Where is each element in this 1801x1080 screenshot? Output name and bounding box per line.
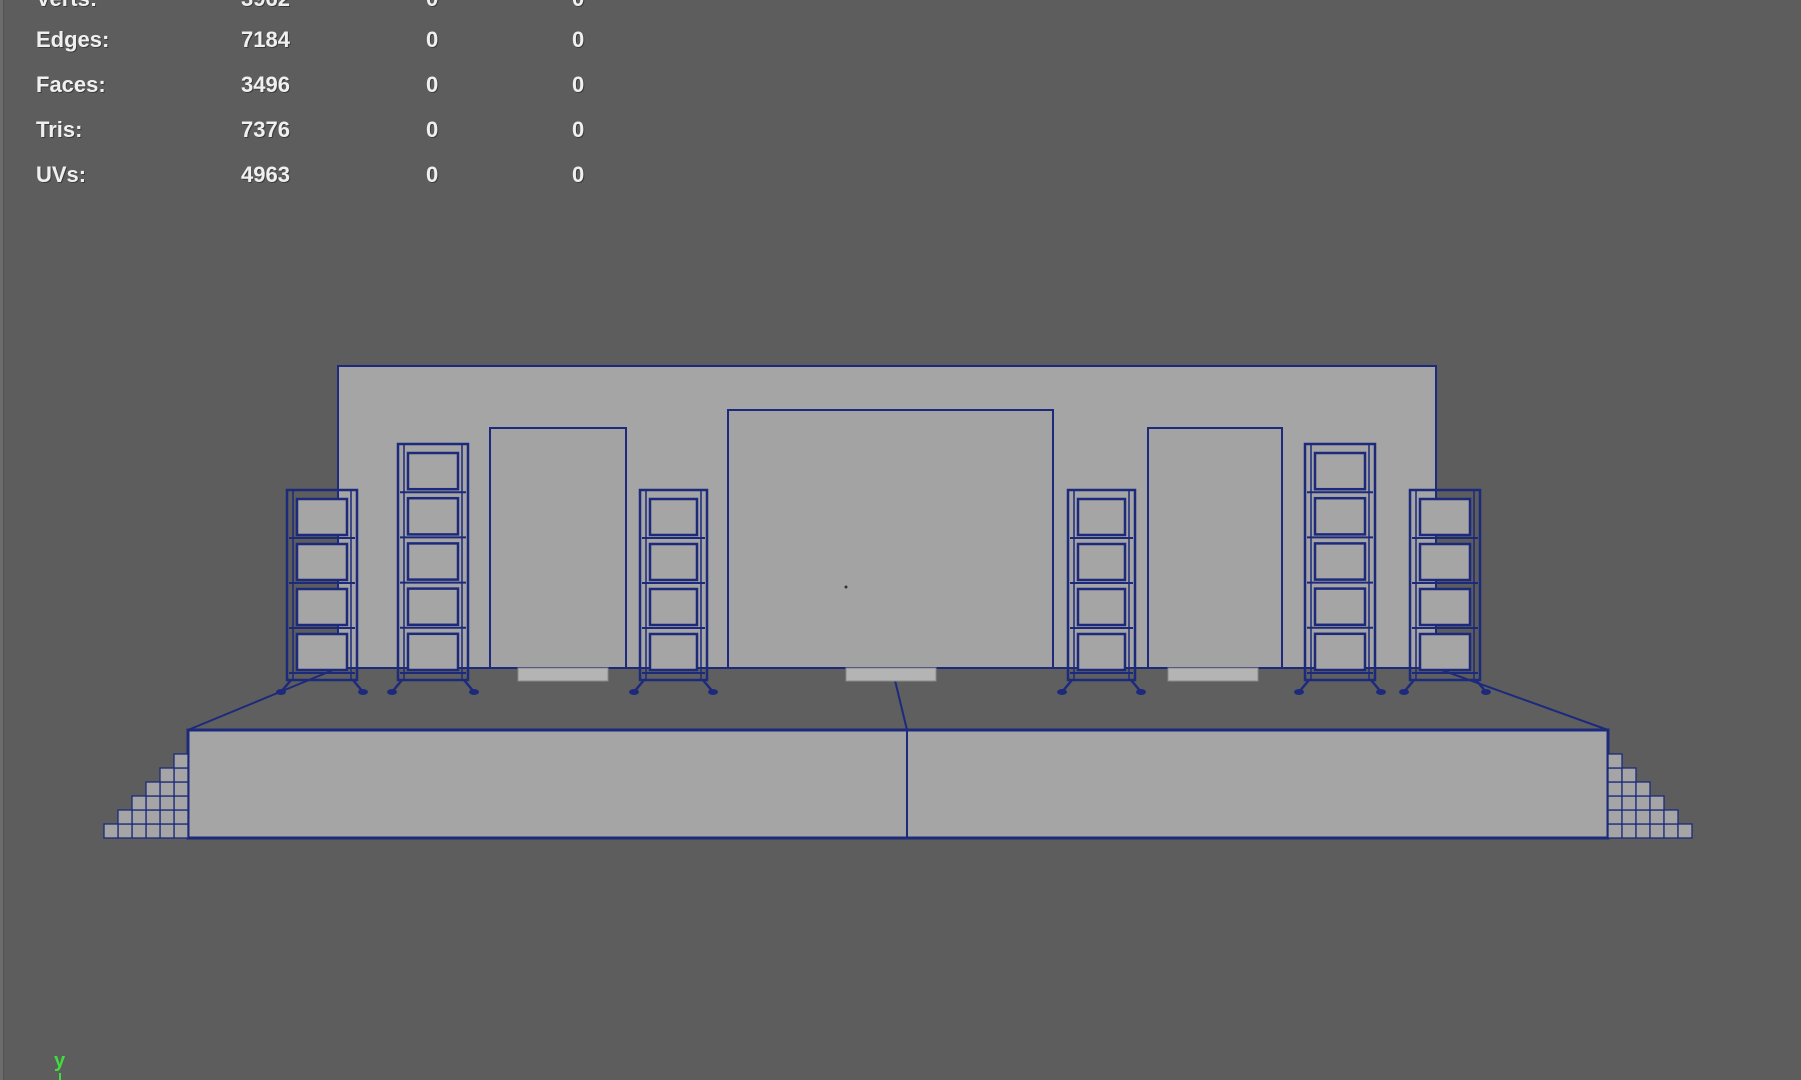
- hud-value: 0: [572, 27, 585, 52]
- center-screen-panel: [727, 409, 1054, 669]
- hud-label: Faces:: [36, 72, 106, 97]
- hud-row-uvs: UVs: 4963 0 0: [0, 160, 640, 190]
- axis-indicator: [59, 1073, 61, 1080]
- hud-value: 0: [426, 72, 439, 97]
- hud-value: 4963: [241, 162, 290, 187]
- hud-value: 3496: [241, 72, 290, 97]
- right-door-panel: [1147, 427, 1283, 669]
- hud-value: 7376: [241, 117, 290, 142]
- left-stairs: [103, 753, 189, 839]
- hud-value: 0: [426, 117, 439, 142]
- hud-value: 0: [572, 117, 585, 142]
- hud-value: 0: [426, 27, 439, 52]
- hud-label: Edges:: [36, 27, 110, 52]
- hud-value: 0: [572, 0, 584, 14]
- 3d-viewport[interactable]: Verts: 3962 0 0 Edges: 7184 0 0 Faces: 3…: [0, 0, 1801, 1080]
- hud-value: 0: [426, 162, 439, 187]
- hud-row-tris: Tris: 7376 0 0: [0, 115, 640, 145]
- poly-count-hud: Verts: 3962 0 0 Edges: 7184 0 0 Faces: 3…: [0, 0, 640, 200]
- hud-label: Tris:: [36, 117, 83, 142]
- stage-front: [186, 728, 1610, 840]
- left-door-panel: [489, 427, 627, 669]
- hud-row-verts: Verts: 3962 0 0: [0, 0, 640, 14]
- axis-y-label: y: [54, 1050, 66, 1072]
- right-stairs: [1607, 753, 1693, 839]
- hud-value: 7184: [241, 27, 290, 52]
- hud-value: 0: [572, 72, 585, 97]
- hud-value: 0: [426, 0, 438, 14]
- hud-row-edges: Edges: 7184 0 0: [0, 25, 640, 55]
- hud-row-faces: Faces: 3496 0 0: [0, 70, 640, 100]
- hud-label: Verts:: [36, 0, 97, 14]
- hud-label: UVs:: [36, 162, 87, 187]
- hud-value: 0: [572, 162, 585, 187]
- hud-value: 3962: [241, 0, 290, 14]
